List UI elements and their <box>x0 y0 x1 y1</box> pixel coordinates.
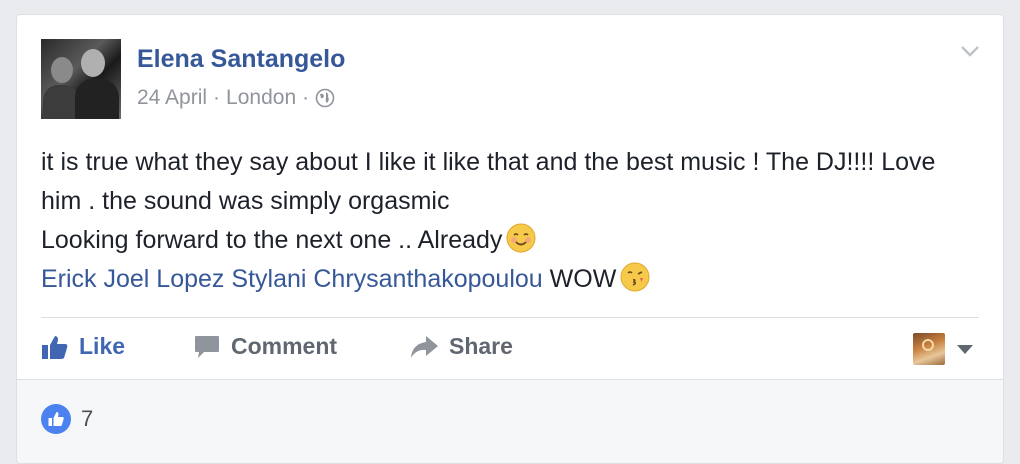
like-button[interactable]: Like <box>41 333 125 360</box>
thumbs-up-icon <box>42 335 68 359</box>
post-text-line: it is true what they say about I like it… <box>41 148 936 215</box>
post-tags-line: Erick Joel Lopez Stylani Chrysanthakopou… <box>41 260 981 299</box>
post-text-line-2: Looking forward to the next one .. Alrea… <box>41 221 981 260</box>
post-actions: Like Comment Share <box>41 319 979 379</box>
reaction-summary[interactable]: 7 <box>41 404 93 434</box>
tagged-person-link[interactable]: Stylani Chrysanthakopoulou <box>231 265 542 293</box>
like-reaction-icon <box>41 404 71 434</box>
author-avatar[interactable] <box>41 39 121 119</box>
page-thumbnail <box>913 333 945 365</box>
comment-label: Comment <box>231 333 338 359</box>
post-body: it is true what they say about I like it… <box>41 143 981 299</box>
post-tail-text: WOW <box>549 265 617 293</box>
chevron-down-icon[interactable] <box>959 43 981 59</box>
kissing-face-icon <box>620 262 650 292</box>
comment-icon <box>195 335 219 358</box>
post-date[interactable]: 24 April <box>137 86 207 110</box>
post-location[interactable]: London <box>226 86 296 110</box>
meta-separator: · <box>302 86 310 109</box>
like-count: 7 <box>81 406 94 431</box>
post-as-selector[interactable] <box>913 333 973 365</box>
smiling-face-icon <box>506 223 536 253</box>
post-text-line: Looking forward to the next one .. Alrea… <box>41 226 503 254</box>
like-label: Like <box>79 333 126 359</box>
share-label: Share <box>449 333 513 359</box>
divider <box>41 317 979 318</box>
share-button[interactable]: Share <box>409 333 513 360</box>
reactions-bar: 7 <box>17 379 1003 463</box>
caret-down-icon <box>957 344 973 354</box>
comment-button[interactable]: Comment <box>193 333 337 360</box>
tagged-person-link[interactable]: Erick Joel Lopez <box>41 265 224 293</box>
meta-separator: · <box>213 86 221 109</box>
globe-icon[interactable] <box>315 88 335 108</box>
post-card: Elena Santangelo 24 April · London · it … <box>16 14 1004 464</box>
author-name[interactable]: Elena Santangelo <box>137 45 345 74</box>
post-meta: 24 April · London · <box>137 86 335 110</box>
share-arrow-icon <box>411 335 438 358</box>
